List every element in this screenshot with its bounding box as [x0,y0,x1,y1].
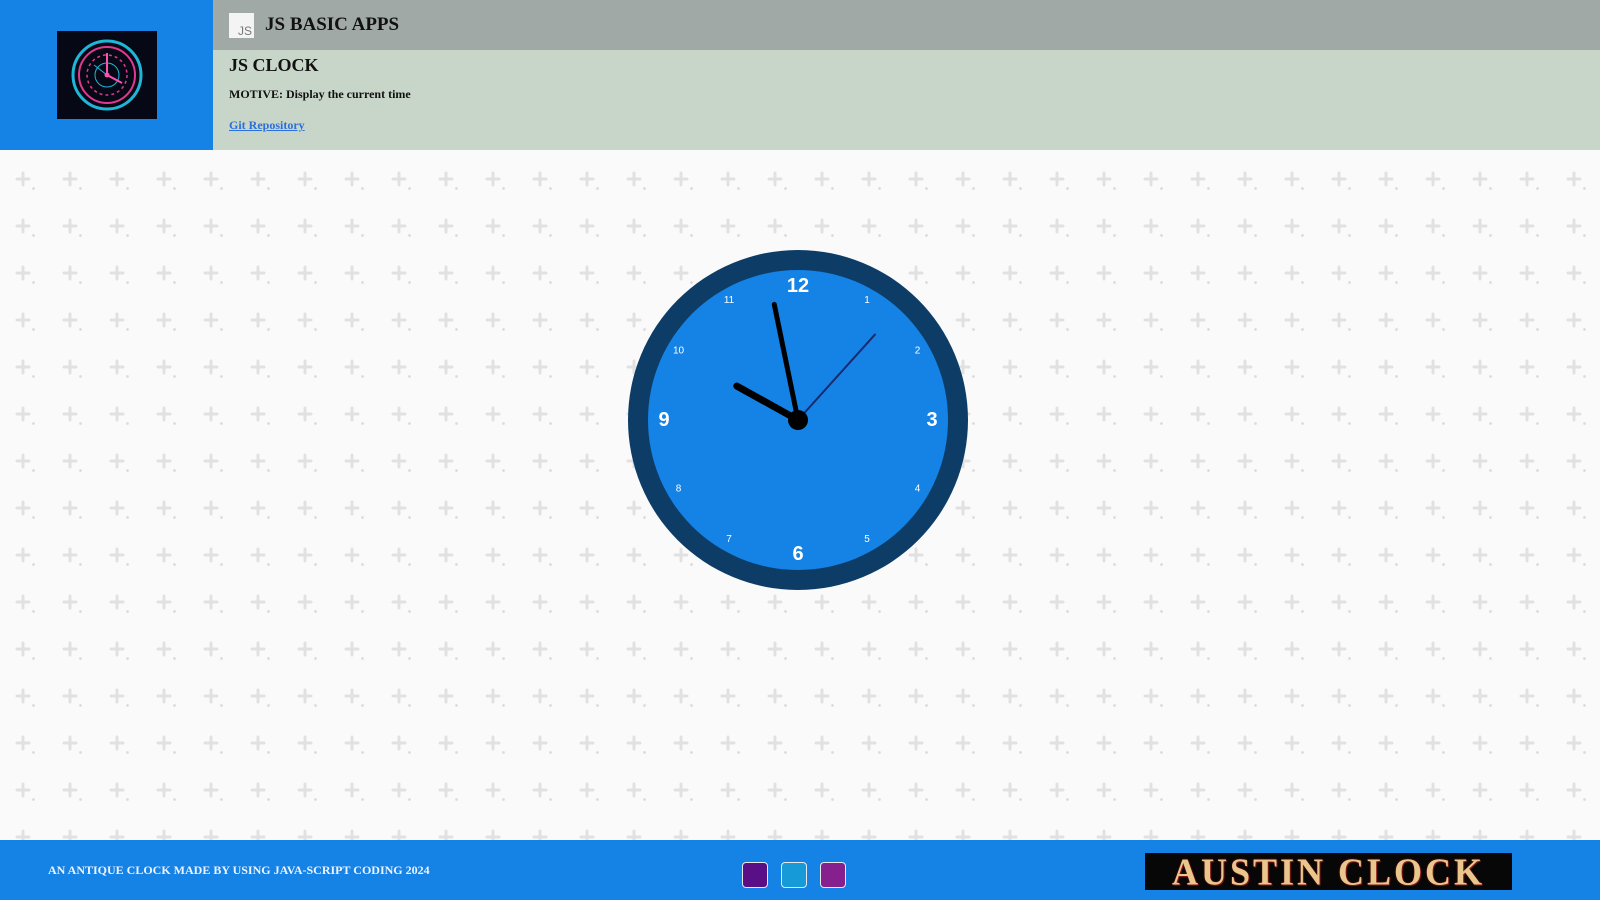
analog-clock: 123691245781011 [628,250,968,590]
js-logo-icon: JS [229,12,254,38]
header-content: JS JS BASIC APPS JS CLOCK MOTIVE: Displa… [213,0,1600,150]
git-repository-link[interactable]: Git Repository [229,118,305,133]
clock-numeral-5: 5 [864,534,870,545]
clock-numeral-4: 4 [915,484,921,495]
clock-numeral-3: 3 [926,409,937,431]
top-bar: JS JS BASIC APPS [213,0,1600,50]
logo-container [0,0,213,150]
theme-swatch-cyan[interactable] [781,862,807,888]
clock-numeral-8: 8 [676,484,682,495]
clock-numeral-1: 1 [864,295,870,306]
info-panel: JS CLOCK MOTIVE: Display the current tim… [213,50,1600,150]
theme-swatch-magenta[interactable] [820,862,846,888]
clock-area: 12 3 6 9 1 2 4 5 7 8 10 11 [0,150,1600,840]
clock-numeral-9: 9 [658,409,669,431]
banner-text: AUSTIN CLOCK [1171,850,1486,893]
clock-numeral-11: 11 [724,295,735,306]
theme-swatch-purple[interactable] [742,862,768,888]
clock-logo [56,31,157,119]
clock-numeral-6: 6 [792,543,803,565]
clock-numeral-2: 2 [915,346,921,357]
page-header: JS JS BASIC APPS JS CLOCK MOTIVE: Displa… [0,0,1600,150]
clock-center-pin [788,410,808,430]
footer-caption: AN ANTIQUE CLOCK MADE BY USING JAVA-SCRI… [48,863,430,877]
app-title: JS BASIC APPS [265,14,400,35]
clock-numeral-10: 10 [673,346,685,357]
clock-numeral-12: 12 [787,275,809,297]
page-title: JS CLOCK [229,55,319,75]
austin-clock-banner: AUSTIN CLOCK [1145,851,1512,893]
motive-text: MOTIVE: Display the current time [229,87,411,101]
neon-clock-icon [71,39,142,111]
js-badge-text: JS [237,23,252,38]
page-footer: AN ANTIQUE CLOCK MADE BY USING JAVA-SCRI… [0,840,1600,900]
clock-numeral-7: 7 [726,534,732,545]
